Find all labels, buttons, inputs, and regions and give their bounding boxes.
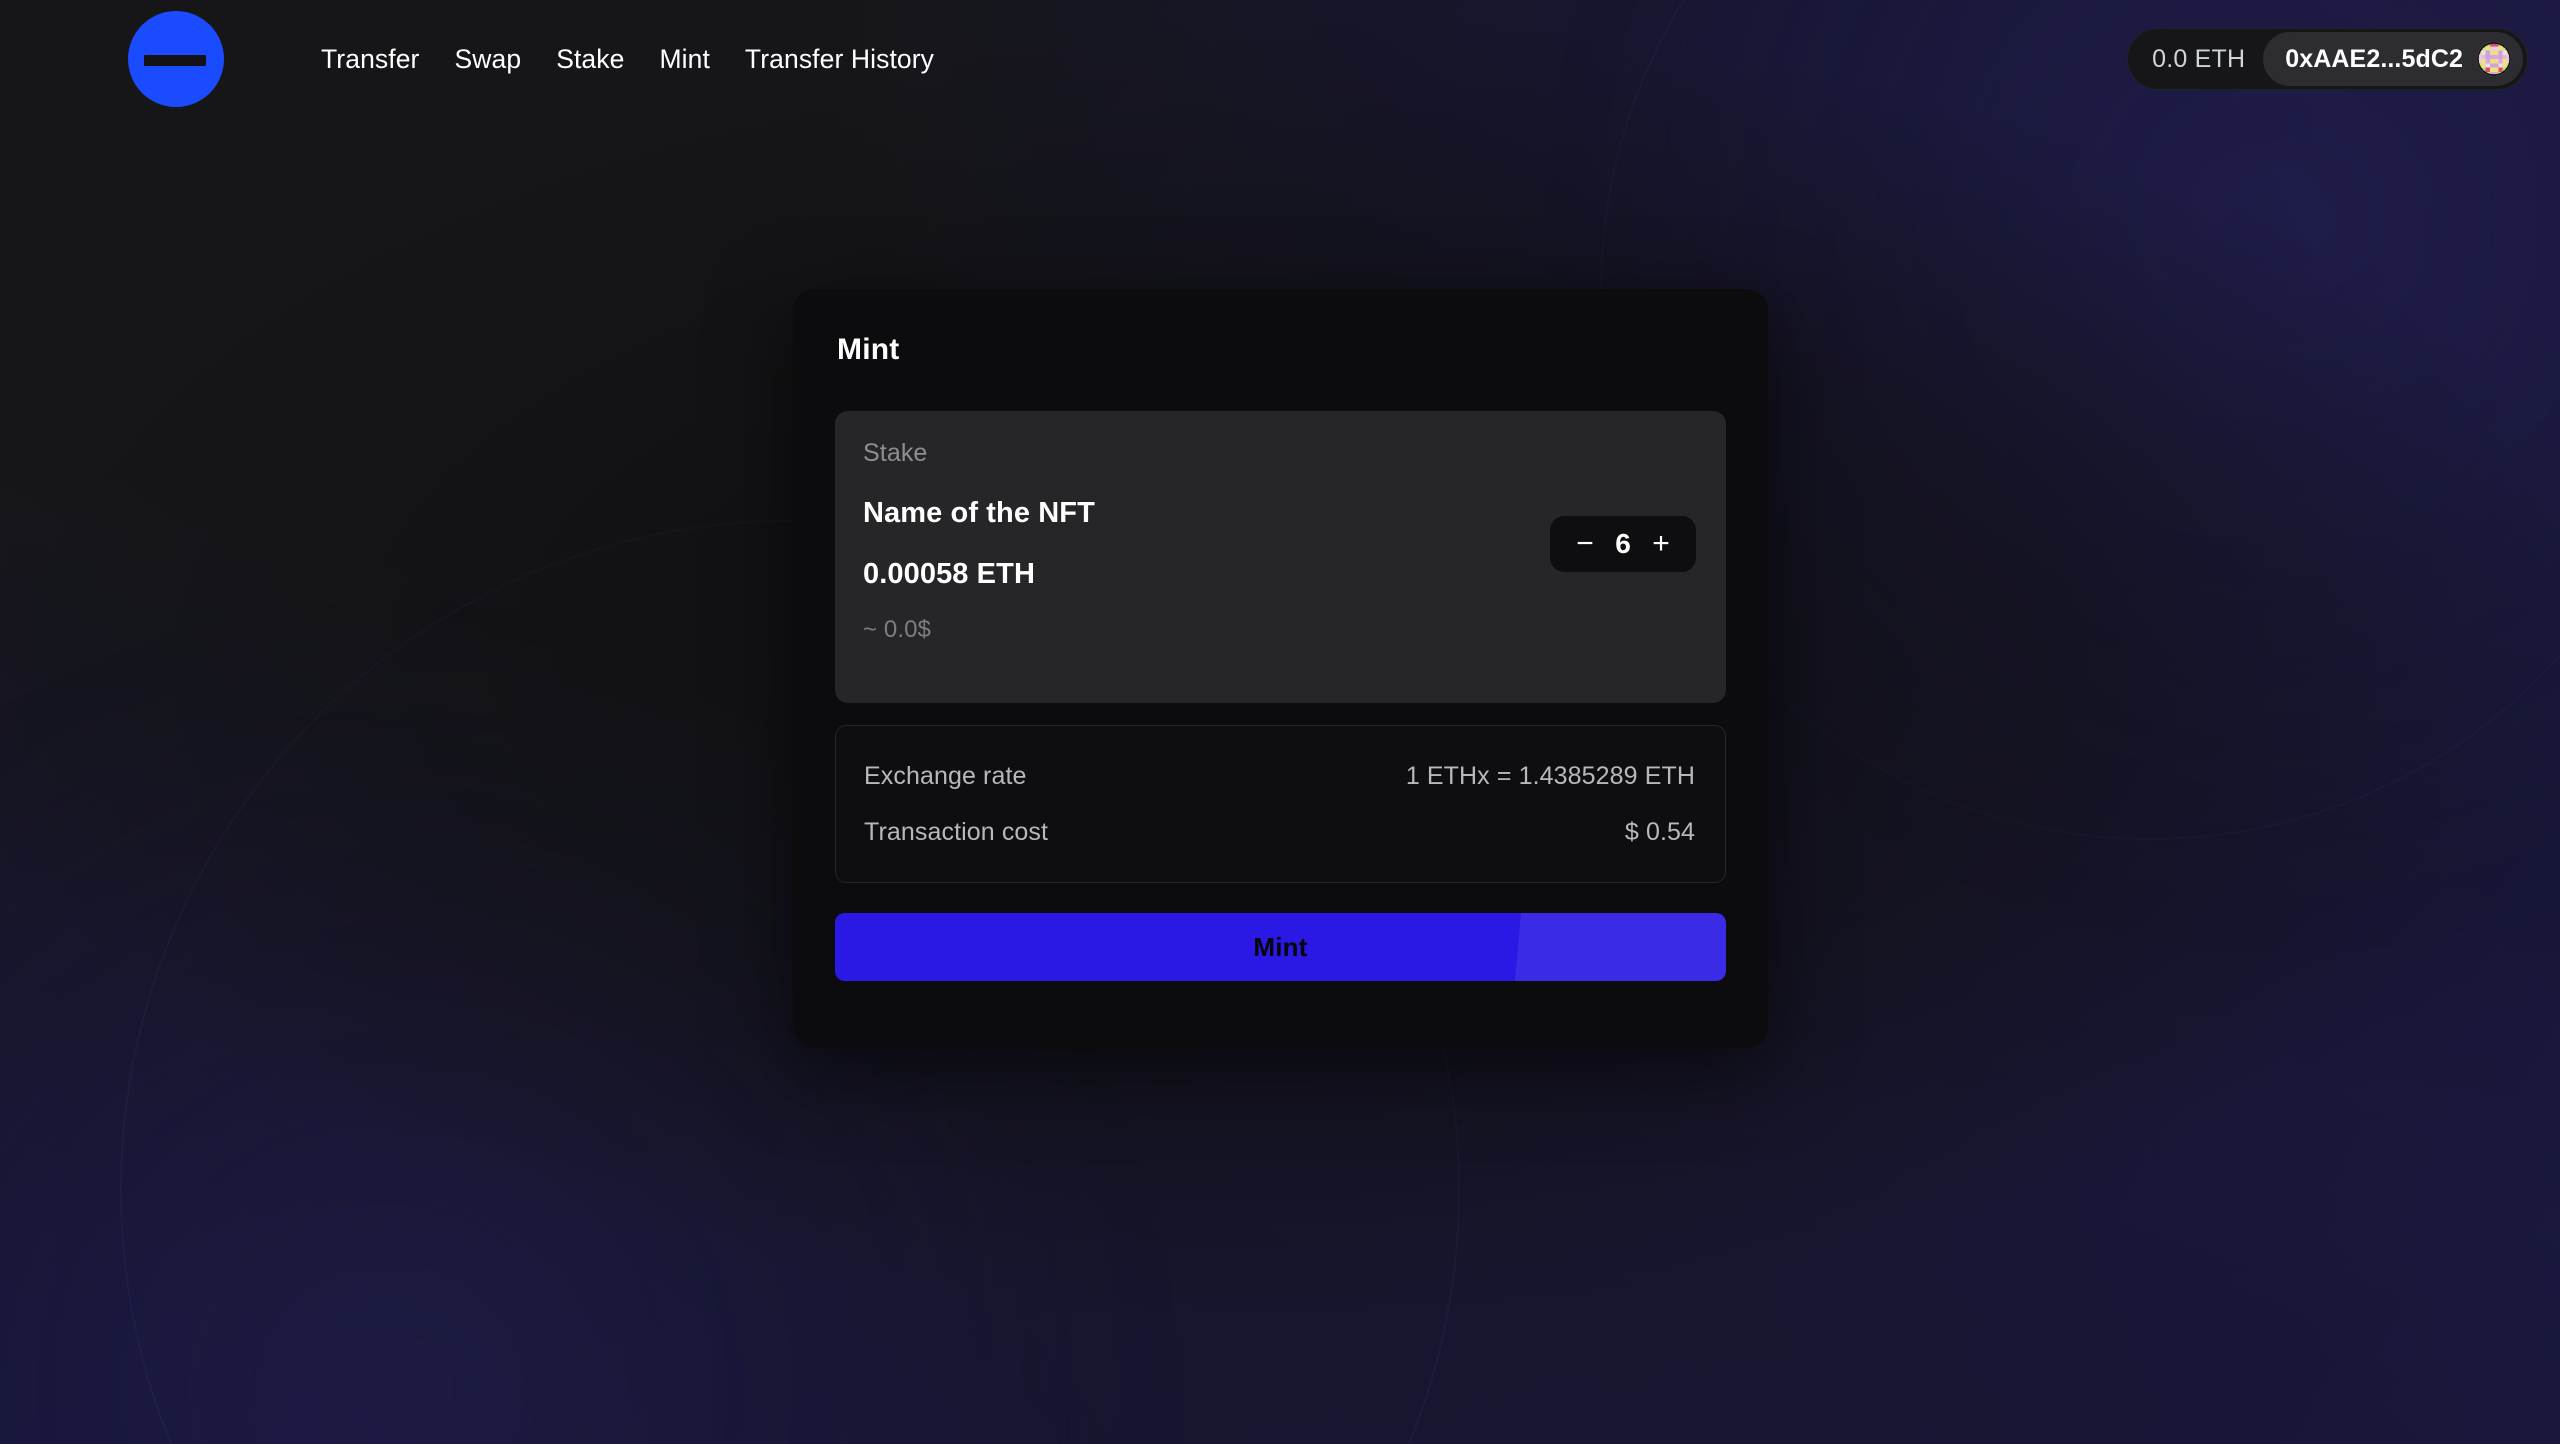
brand-logo-icon[interactable] [128, 11, 224, 107]
nav-item-transfer-history[interactable]: Transfer History [743, 42, 936, 77]
wallet-address-label: 0xAAE2...5dC2 [2285, 44, 2463, 73]
main-nav: Transfer Swap Stake Mint Transfer Histor… [319, 42, 936, 77]
stake-panel-label: Stake [863, 439, 928, 467]
main-content: Mint Stake Name of the NFT 0.00058 ETH ~… [0, 0, 2560, 1444]
quantity-stepper: − 6 + [1550, 516, 1696, 572]
quantity-decrement-button[interactable]: − [1564, 521, 1606, 567]
wallet-blockie-avatar-icon [2477, 42, 2511, 76]
exchange-rate-value: 1 ETHx = 1.4385289 ETH [1405, 761, 1695, 790]
wallet-widget: 0.0 ETH 0xAAE2...5dC2 [2127, 28, 2528, 90]
summary-row-exchange-rate: Exchange rate 1 ETHx = 1.4385289 ETH [864, 748, 1695, 804]
nav-item-mint[interactable]: Mint [657, 42, 711, 77]
mint-button[interactable]: Mint [835, 913, 1726, 981]
mint-button-label: Mint [1253, 931, 1308, 962]
nav-item-swap[interactable]: Swap [452, 42, 523, 77]
nft-name: Name of the NFT [863, 497, 1095, 529]
nft-details: Name of the NFT 0.00058 ETH ~ 0.0$ [863, 497, 1095, 644]
transaction-cost-label: Transaction cost [864, 817, 1049, 846]
brand-logo-bar-icon [144, 55, 206, 66]
summary-row-transaction-cost: Transaction cost $ 0.54 [864, 804, 1695, 860]
stake-panel: Stake Name of the NFT 0.00058 ETH ~ 0.0$… [835, 411, 1726, 703]
transaction-cost-value: $ 0.54 [1624, 817, 1695, 846]
transaction-summary: Exchange rate 1 ETHx = 1.4385289 ETH Tra… [835, 725, 1726, 883]
stake-panel-row: Name of the NFT 0.00058 ETH ~ 0.0$ − 6 + [863, 497, 1696, 644]
wallet-address-button[interactable]: 0xAAE2...5dC2 [2263, 32, 2523, 86]
page-title: Mint [837, 333, 900, 366]
quantity-value: 6 [1615, 528, 1631, 559]
nav-item-stake[interactable]: Stake [554, 42, 626, 77]
mint-card: Mint Stake Name of the NFT 0.00058 ETH ~… [793, 289, 1768, 1048]
nav-item-transfer[interactable]: Transfer [319, 42, 421, 77]
nft-price-eth: 0.00058 ETH [863, 558, 1035, 590]
nft-price-usd: ~ 0.0$ [863, 616, 931, 643]
exchange-rate-label: Exchange rate [864, 761, 1027, 790]
quantity-increment-button[interactable]: + [1640, 521, 1682, 567]
wallet-balance: 0.0 ETH [2152, 44, 2246, 73]
top-navigation-bar: Transfer Swap Stake Mint Transfer Histor… [0, 0, 2560, 118]
